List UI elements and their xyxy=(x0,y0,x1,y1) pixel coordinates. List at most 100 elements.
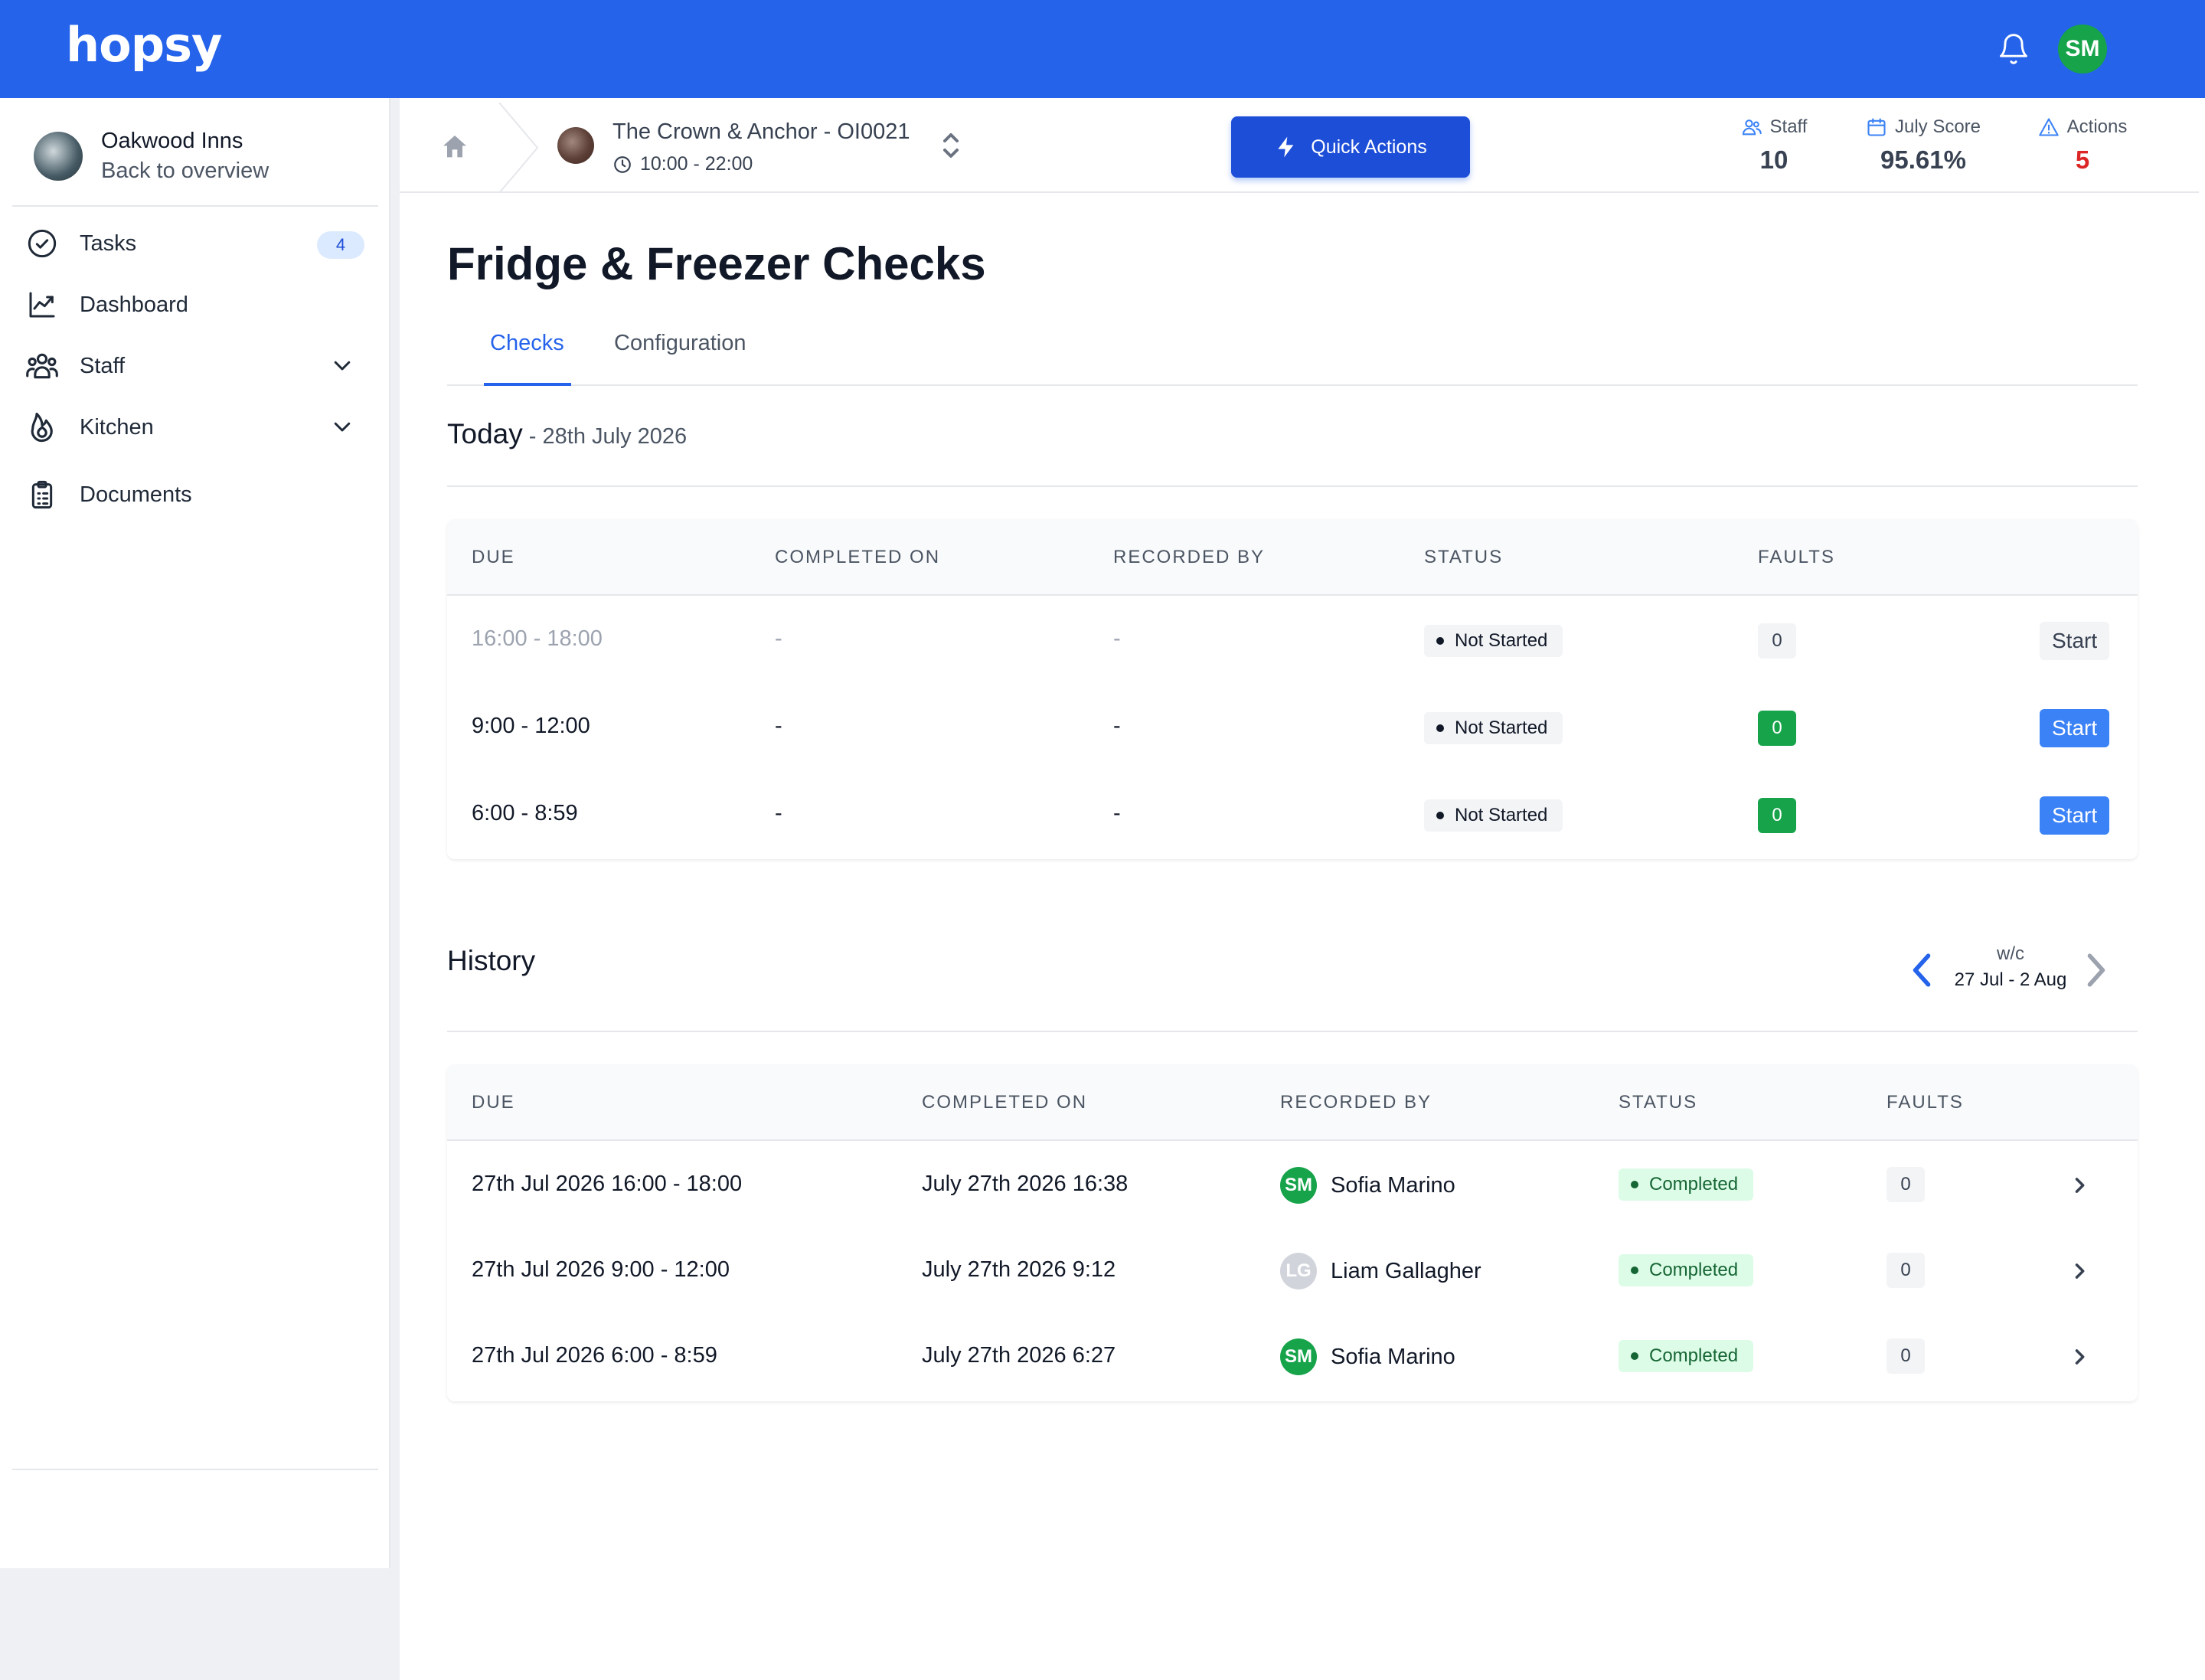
active-tab-indicator xyxy=(484,383,571,386)
sidebar-divider xyxy=(12,205,378,207)
sidebar-item-documents[interactable]: Documents xyxy=(24,473,369,516)
chevron-down-icon[interactable] xyxy=(331,354,354,377)
status-badge: Not Started xyxy=(1424,799,1563,832)
clock-icon xyxy=(614,155,631,173)
sidebar-item-tasks[interactable]: Tasks 4 xyxy=(24,222,369,265)
status-badge: Completed xyxy=(1619,1340,1754,1372)
avatar: SM xyxy=(1280,1338,1317,1375)
chevron-right-icon[interactable] xyxy=(2069,1175,2090,1196)
faults-count: 0 xyxy=(1758,711,1796,746)
column-header-status: STATUS xyxy=(1424,547,1504,567)
chevron-right-icon[interactable] xyxy=(2084,951,2107,989)
chevron-right-icon[interactable] xyxy=(2069,1260,2090,1282)
check-circle-icon xyxy=(24,226,60,261)
breadcrumb-separator xyxy=(498,103,539,193)
app-logo[interactable]: hopsy xyxy=(66,17,222,73)
recorded-by-name: Sofia Marino xyxy=(1331,1172,1455,1198)
page-title: Fridge & Freezer Checks xyxy=(447,238,986,289)
chevron-updown-icon[interactable] xyxy=(940,130,962,161)
sidebar-item-kitchen[interactable]: Kitchen xyxy=(24,406,369,449)
column-header-status: STATUS xyxy=(1619,1092,1698,1113)
start-check-button[interactable]: Start xyxy=(2040,622,2110,660)
tasks-count-badge: 4 xyxy=(317,231,364,259)
column-header-completed: COMPLETED ON xyxy=(922,1092,1088,1113)
user-avatar[interactable]: SM xyxy=(2058,25,2107,74)
column-header-faults: FAULTS xyxy=(1758,547,1835,567)
stat-value: 95.61% xyxy=(1880,145,1966,174)
top-bar: hopsy SM xyxy=(0,0,2205,98)
cell-due[interactable]: 27th Jul 2026 9:00 - 12:00 xyxy=(472,1257,730,1283)
stat-label: July Score xyxy=(1894,116,1981,137)
site-avatar xyxy=(557,127,594,164)
stat-july-score[interactable]: July Score 95.61% xyxy=(1839,116,2007,175)
sidebar-item-label: Kitchen xyxy=(80,414,154,440)
recorded-by-name: Liam Gallagher xyxy=(1331,1258,1481,1283)
cell-recorded: LG Liam Gallagher xyxy=(1280,1253,1481,1289)
today-checks-table: DUE COMPLETED ON RECORDED BY STATUS FAUL… xyxy=(447,519,2138,859)
cell-completed: July 27th 2026 9:12 xyxy=(922,1257,1116,1282)
sidebar-item-label: Tasks xyxy=(80,230,137,256)
stat-label: Actions xyxy=(2066,116,2128,137)
faults-count: 0 xyxy=(1886,1253,1925,1288)
week-navigator: w/c 27 Jul - 2 Aug xyxy=(1911,939,2110,1000)
start-check-button[interactable]: Start xyxy=(2040,709,2110,747)
cell-recorded: - xyxy=(1113,801,1121,825)
sidebar-item-dashboard[interactable]: Dashboard xyxy=(24,283,369,326)
org-switcher[interactable]: Oakwood Inns Back to overview xyxy=(34,129,269,184)
week-prefix: w/c xyxy=(1997,943,2024,964)
sidebar: Oakwood Inns Back to overview Tasks 4 Da… xyxy=(0,98,390,1568)
column-header-recorded: RECORDED BY xyxy=(1113,547,1266,567)
site-name[interactable]: The Crown & Anchor - OI0021 xyxy=(612,119,910,145)
back-to-overview-link[interactable]: Back to overview xyxy=(101,159,269,184)
recorded-by-name: Sofia Marino xyxy=(1331,1344,1455,1369)
status-badge: Not Started xyxy=(1424,625,1563,657)
tab-configuration[interactable]: Configuration xyxy=(614,331,746,356)
sidebar-item-label: Staff xyxy=(80,353,126,378)
cell-due: 9:00 - 12:00 xyxy=(472,714,590,738)
column-header-completed: COMPLETED ON xyxy=(775,547,941,567)
stat-staff[interactable]: Staff 10 xyxy=(1717,116,1831,175)
site-context-bar: The Crown & Anchor - OI0021 10:00 - 22:0… xyxy=(400,103,2199,193)
sidebar-item-label: Documents xyxy=(80,482,192,507)
bell-icon[interactable] xyxy=(1997,31,2030,67)
cell-completed: July 27th 2026 16:38 xyxy=(922,1172,1129,1196)
column-header-recorded: RECORDED BY xyxy=(1280,1092,1432,1113)
today-heading: Today - 28th July 2026 xyxy=(447,418,687,450)
cell-recorded: SM Sofia Marino xyxy=(1280,1338,1455,1375)
tab-checks[interactable]: Checks xyxy=(490,331,564,356)
history-checks-table: DUE COMPLETED ON RECORDED BY STATUS FAUL… xyxy=(447,1064,2138,1401)
sidebar-footer xyxy=(0,1568,390,1680)
cell-due: 6:00 - 8:59 xyxy=(472,801,578,825)
org-avatar xyxy=(34,132,83,181)
avatar: SM xyxy=(1280,1167,1317,1204)
stat-actions[interactable]: Actions 5 xyxy=(2014,116,2151,175)
table-header: DUE COMPLETED ON RECORDED BY STATUS FAUL… xyxy=(447,519,2138,596)
column-header-faults: FAULTS xyxy=(1886,1092,1964,1113)
faults-count: 0 xyxy=(1886,1167,1925,1202)
cell-recorded: - xyxy=(1113,714,1121,738)
status-badge: Not Started xyxy=(1424,712,1563,744)
org-name: Oakwood Inns xyxy=(101,129,243,153)
cell-due[interactable]: 27th Jul 2026 6:00 - 8:59 xyxy=(472,1343,717,1368)
site-hours: 10:00 - 22:00 xyxy=(612,153,753,175)
faults-count: 0 xyxy=(1758,623,1796,659)
quick-actions-button[interactable]: Quick Actions xyxy=(1231,116,1470,178)
cell-completed: - xyxy=(775,714,782,738)
chart-line-icon xyxy=(24,287,60,322)
cell-completed: July 27th 2026 6:27 xyxy=(922,1343,1116,1368)
chevron-down-icon[interactable] xyxy=(331,415,354,438)
start-check-button[interactable]: Start xyxy=(2040,796,2110,835)
today-date: - 28th July 2026 xyxy=(522,424,688,449)
faults-count: 0 xyxy=(1886,1338,1925,1374)
sidebar-item-staff[interactable]: Staff xyxy=(24,345,369,387)
chevron-right-icon[interactable] xyxy=(2069,1346,2090,1368)
table-header: DUE COMPLETED ON RECORDED BY STATUS FAUL… xyxy=(447,1064,2138,1141)
cell-completed: - xyxy=(775,801,782,825)
quick-actions-label: Quick Actions xyxy=(1311,136,1427,158)
home-icon[interactable] xyxy=(439,132,470,162)
column-header-due: DUE xyxy=(472,547,515,567)
faults-count: 0 xyxy=(1758,798,1796,833)
sidebar-divider xyxy=(12,1469,378,1470)
section-divider xyxy=(447,485,2138,487)
cell-due[interactable]: 27th Jul 2026 16:00 - 18:00 xyxy=(472,1172,742,1197)
